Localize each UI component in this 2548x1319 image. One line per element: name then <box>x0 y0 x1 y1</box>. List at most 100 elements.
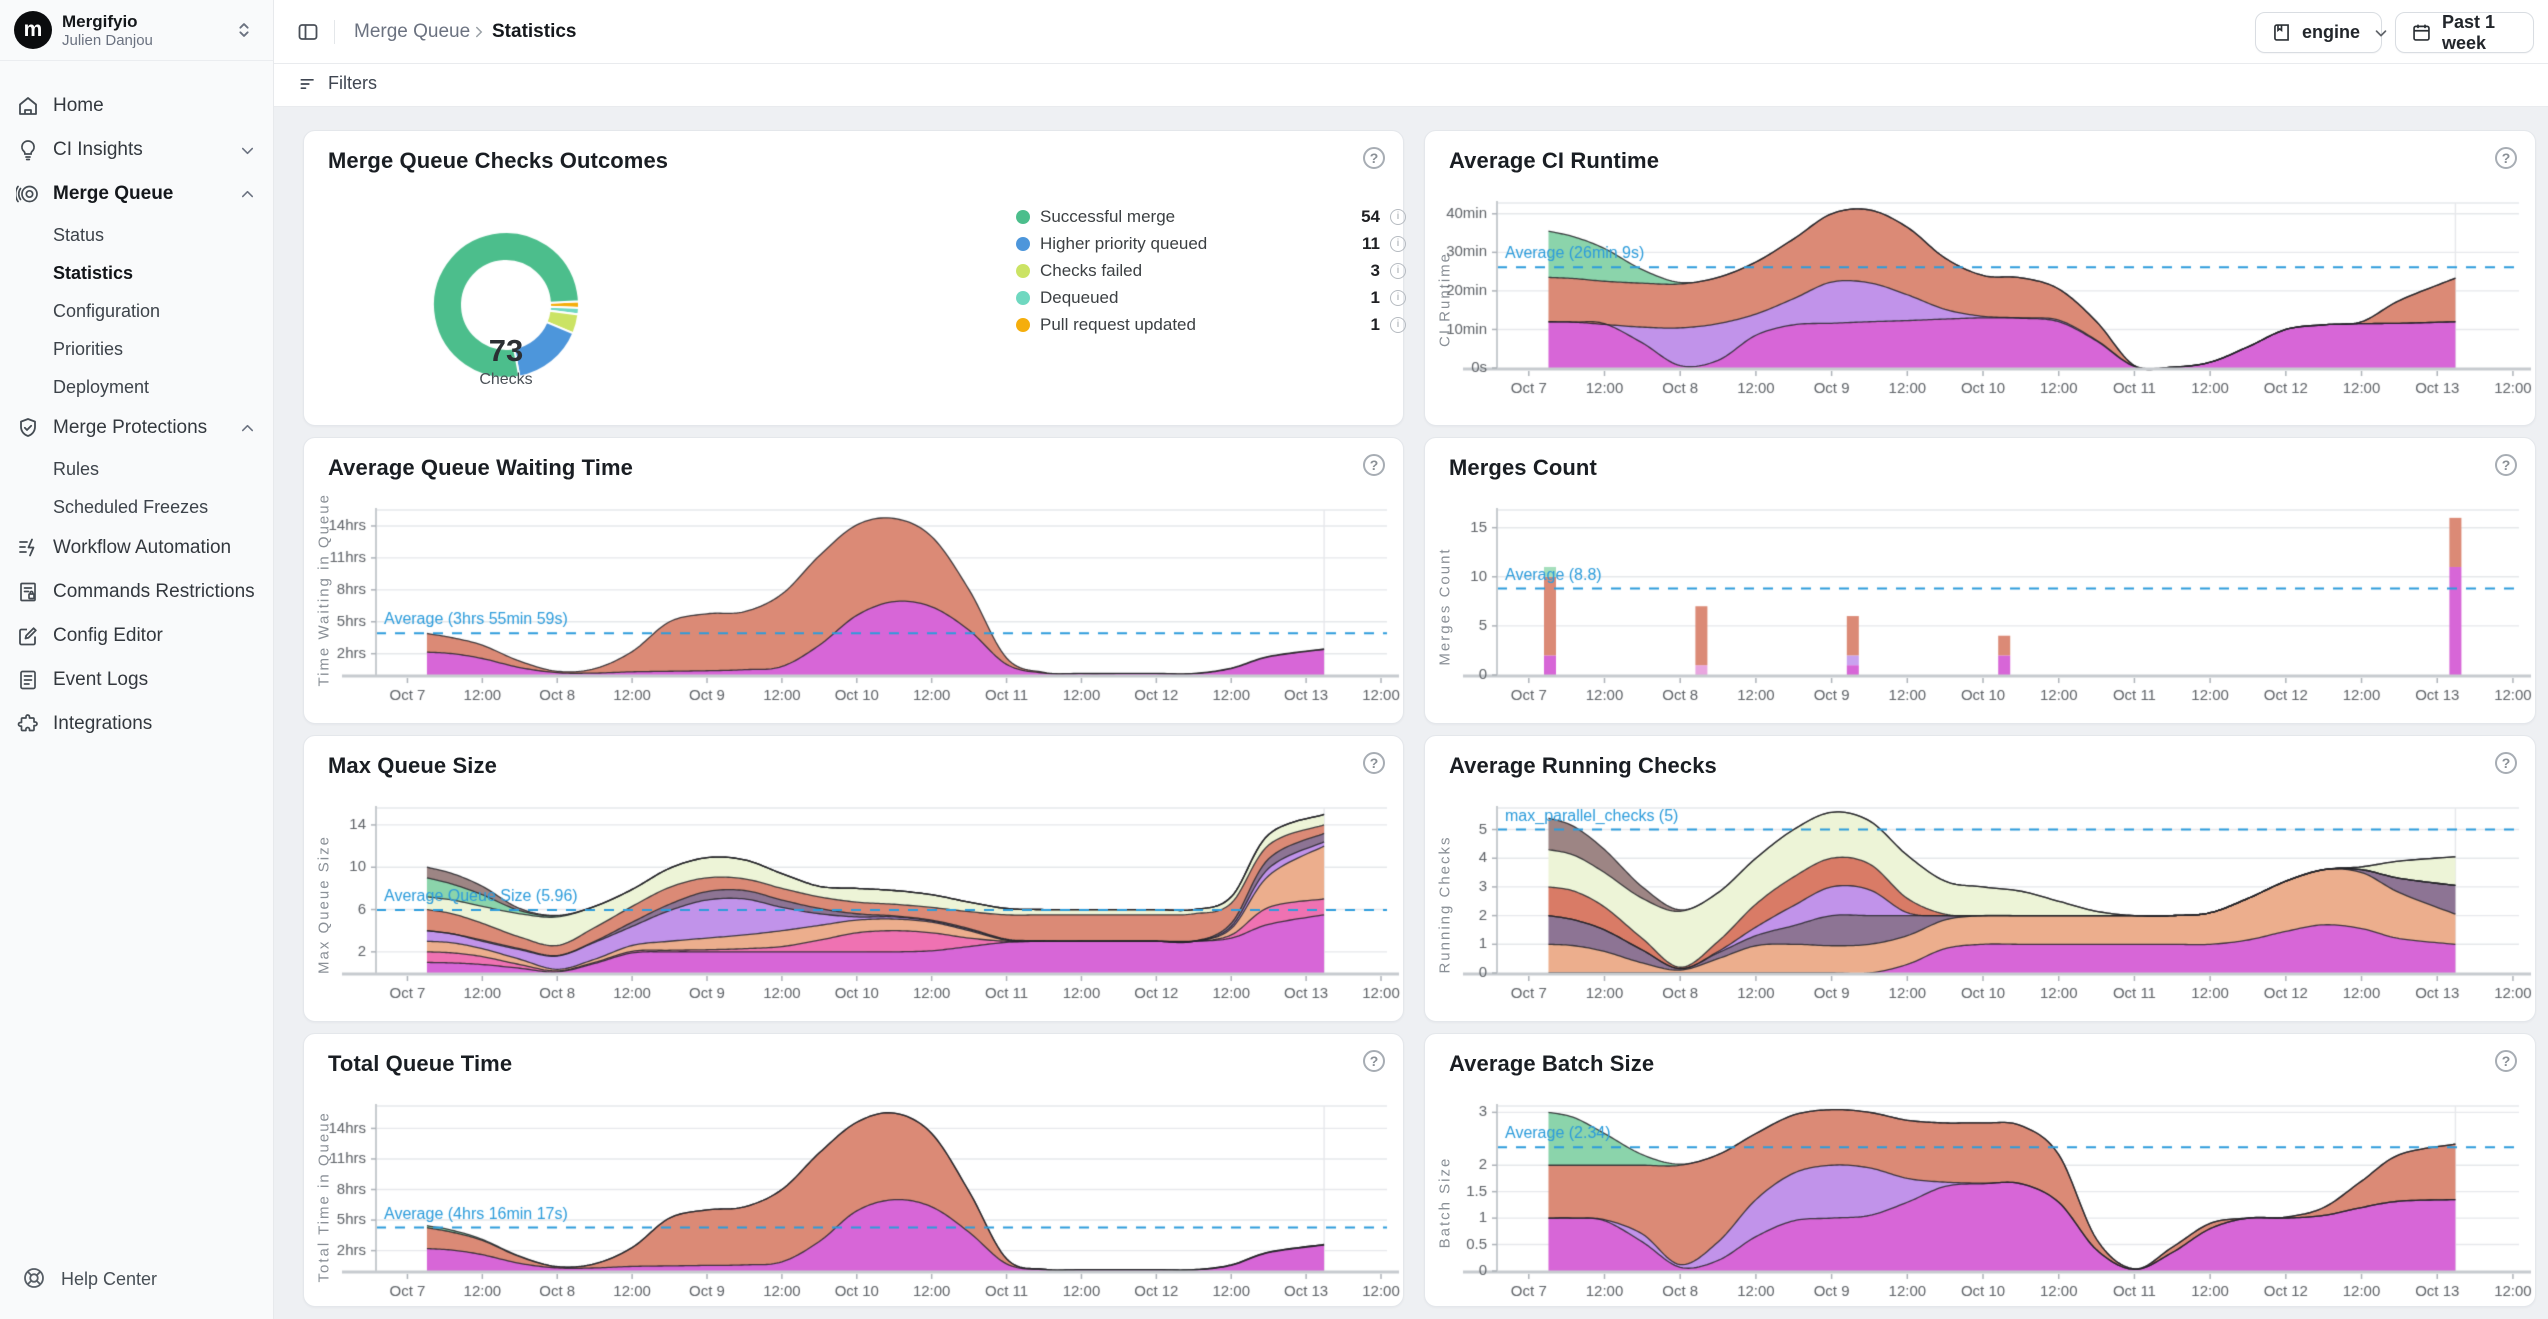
sidebar-item-label: Merge Protections <box>53 417 238 439</box>
sidebar-item-label: Integrations <box>53 713 257 735</box>
legend-label: Successful merge <box>1040 207 1361 227</box>
topbar-divider <box>334 20 335 44</box>
help-icon[interactable]: ? <box>1363 1050 1385 1072</box>
filter-icon <box>298 74 318 94</box>
legend-color-dot <box>1016 291 1030 305</box>
sidebar-item-priorities[interactable]: Priorities <box>0 330 273 368</box>
sidebar-item-status[interactable]: Status <box>0 216 273 254</box>
sidebar-item-label: Workflow Automation <box>53 537 257 559</box>
sidebar-item-label: CI Insights <box>53 139 238 161</box>
max-queue-size-chart[interactable] <box>304 792 1405 1019</box>
sidebar-item-label: Rules <box>53 459 99 480</box>
sidebar-item-label: Statistics <box>53 263 133 284</box>
card-title: Average Queue Waiting Time <box>328 455 633 481</box>
mergify-logo: m <box>24 18 43 42</box>
legend-color-dot <box>1016 318 1030 332</box>
queue-waiting-time-chart[interactable] <box>304 494 1405 721</box>
help-icon[interactable]: ? <box>1363 147 1385 169</box>
breadcrumb-statistics: Statistics <box>492 21 576 43</box>
chevron-up-icon <box>238 185 257 204</box>
info-icon[interactable]: i <box>1390 236 1406 252</box>
org-name: Mergifyio <box>62 12 138 32</box>
workflow-icon <box>16 536 40 560</box>
info-icon[interactable]: i <box>1390 263 1406 279</box>
checks-outcomes-donut[interactable] <box>356 195 656 415</box>
sidebar-item-rules[interactable]: Rules <box>0 450 273 488</box>
home-icon <box>16 94 40 118</box>
help-icon[interactable]: ? <box>1363 752 1385 774</box>
sidebar-item-label: Home <box>53 95 257 117</box>
repository-selector[interactable]: engine <box>2255 12 2382 53</box>
filters-label: Filters <box>328 73 377 94</box>
sidebar-item-label: Deployment <box>53 377 149 398</box>
mergify-dashboard: m Mergifyio Julien Danjou Home CI Insight… <box>0 0 2548 1319</box>
batch-size-chart[interactable] <box>1425 1090 2537 1304</box>
card-max-queue-size: Max Queue Size ? Max Queue Size <box>303 735 1404 1022</box>
legend-color-dot <box>1016 264 1030 278</box>
help-icon[interactable]: ? <box>2495 147 2517 169</box>
chevron-down-icon <box>2372 24 2390 42</box>
org-avatar: m <box>14 11 52 49</box>
sidebar: m Mergifyio Julien Danjou Home CI Insight… <box>0 0 274 1319</box>
repository-label: engine <box>2302 22 2360 43</box>
filter-bar: Filters <box>274 64 2548 107</box>
filters-button[interactable]: Filters <box>298 73 377 94</box>
legend-value: 1 <box>1371 288 1380 308</box>
info-icon[interactable]: i <box>1390 317 1406 333</box>
sidebar-item-label: Scheduled Freezes <box>53 497 208 518</box>
sidebar-item-label: Configuration <box>53 301 160 322</box>
card-title: Total Queue Time <box>328 1051 512 1077</box>
lifebuoy-icon <box>22 1266 48 1292</box>
chevron-updown-icon <box>233 19 255 41</box>
sidebar-item-workflow-automation[interactable]: Workflow Automation <box>0 526 273 570</box>
merges-count-chart[interactable] <box>1425 494 2537 721</box>
help-center-button[interactable]: Help Center <box>0 1257 273 1301</box>
legend-value: 11 <box>1362 234 1380 254</box>
sidebar-item-merge-queue[interactable]: Merge Queue <box>0 172 273 216</box>
help-icon[interactable]: ? <box>1363 454 1385 476</box>
outcomes-legend: Successful merge54iHigher priority queue… <box>1016 203 1406 338</box>
topbar: Merge Queue Statistics engine Past 1 wee… <box>274 0 2548 64</box>
calendar-icon <box>2411 22 2432 43</box>
legend-label: Checks failed <box>1040 261 1371 281</box>
ci-runtime-chart[interactable] <box>1425 187 2537 423</box>
help-icon[interactable]: ? <box>2495 752 2517 774</box>
org-switcher[interactable]: m Mergifyio Julien Danjou <box>0 0 273 61</box>
sidebar-item-merge-protections[interactable]: Merge Protections <box>0 406 273 450</box>
time-range-button[interactable]: Past 1 week <box>2395 12 2534 53</box>
total-queue-time-chart[interactable] <box>304 1090 1405 1304</box>
sidebar-item-commands-restrictions[interactable]: Commands Restrictions <box>0 570 273 614</box>
sidebar-item-label: Config Editor <box>53 625 257 647</box>
card-average-batch-size: Average Batch Size ? Batch Size <box>1424 1033 2536 1307</box>
shield-icon <box>16 416 40 440</box>
breadcrumb-merge-queue[interactable]: Merge Queue <box>354 21 470 43</box>
help-icon[interactable]: ? <box>2495 454 2517 476</box>
time-range-label: Past 1 week <box>2442 12 2518 54</box>
sidebar-item-deployment[interactable]: Deployment <box>0 368 273 406</box>
legend-value: 3 <box>1371 261 1380 281</box>
lightbulb-icon <box>16 138 40 162</box>
card-merges-count: Merges Count ? Merges Count <box>1424 437 2536 724</box>
sidebar-item-label: Priorities <box>53 339 123 360</box>
sidebar-item-scheduled-freezes[interactable]: Scheduled Freezes <box>0 488 273 526</box>
logs-icon <box>16 668 40 692</box>
legend-color-dot <box>1016 210 1030 224</box>
sidebar-toggle-icon[interactable] <box>296 20 320 44</box>
sidebar-item-statistics[interactable]: Statistics <box>0 254 273 292</box>
sidebar-item-event-logs[interactable]: Event Logs <box>0 658 273 702</box>
legend-item-higher-priority-queued: Higher priority queued11i <box>1016 230 1406 257</box>
sidebar-item-config-editor[interactable]: Config Editor <box>0 614 273 658</box>
card-total-queue-time: Total Queue Time ? Total Time in Queue <box>303 1033 1404 1307</box>
legend-value: 54 <box>1361 207 1380 227</box>
running-checks-chart[interactable] <box>1425 792 2537 1019</box>
card-title: Average Batch Size <box>1449 1051 1654 1077</box>
legend-color-dot <box>1016 237 1030 251</box>
sidebar-item-ci-insights[interactable]: CI Insights <box>0 128 273 172</box>
card-average-queue-waiting-time: Average Queue Waiting Time ? Time Waitin… <box>303 437 1404 724</box>
sidebar-item-integrations[interactable]: Integrations <box>0 702 273 746</box>
info-icon[interactable]: i <box>1390 290 1406 306</box>
info-icon[interactable]: i <box>1390 209 1406 225</box>
sidebar-item-configuration[interactable]: Configuration <box>0 292 273 330</box>
help-icon[interactable]: ? <box>2495 1050 2517 1072</box>
sidebar-item-home[interactable]: Home <box>0 84 273 128</box>
